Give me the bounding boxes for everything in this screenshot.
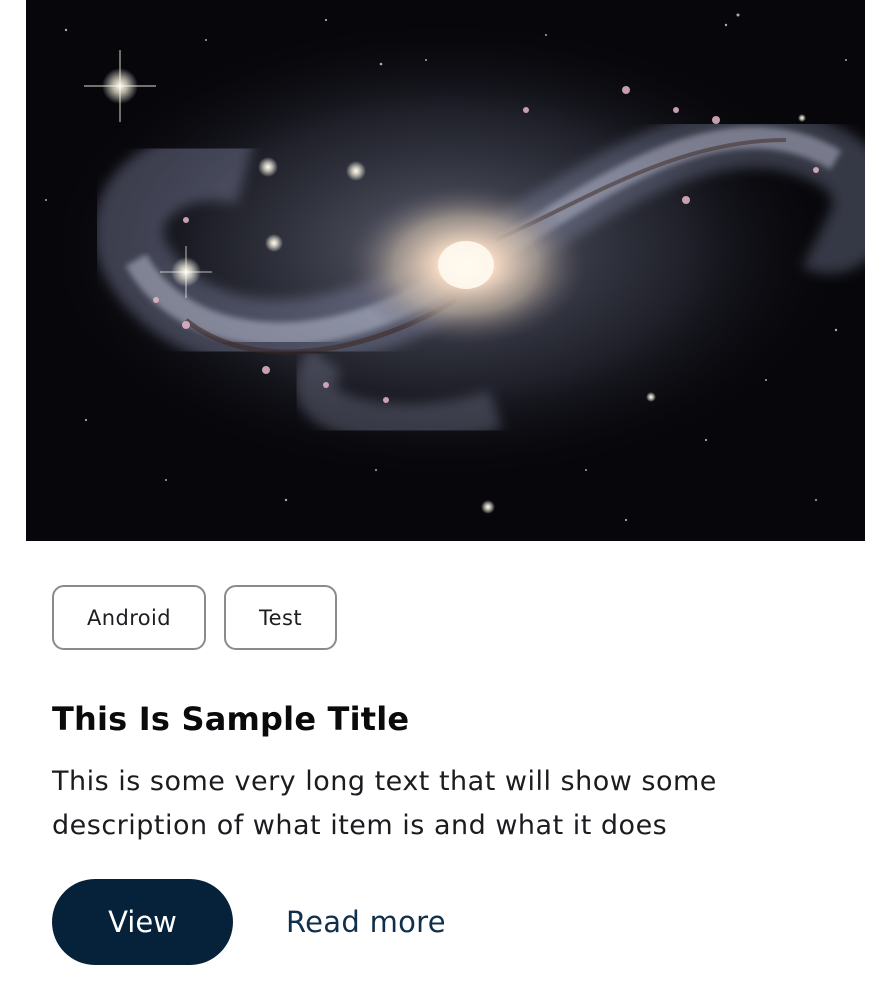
hero-image bbox=[26, 0, 865, 541]
view-button[interactable]: View bbox=[52, 879, 233, 965]
card-actions: View Read more bbox=[52, 879, 446, 965]
card-title: This Is Sample Title bbox=[52, 700, 410, 738]
read-more-link[interactable]: Read more bbox=[286, 905, 446, 939]
galaxy-image bbox=[26, 0, 865, 541]
card-description: This is some very long text that will sh… bbox=[52, 766, 717, 841]
tag-chip-test[interactable]: Test bbox=[224, 585, 337, 650]
tag-list: Android Test bbox=[52, 585, 337, 650]
content-card: Android Test This Is Sample Title This i… bbox=[0, 0, 891, 1000]
tag-chip-android[interactable]: Android bbox=[52, 585, 206, 650]
